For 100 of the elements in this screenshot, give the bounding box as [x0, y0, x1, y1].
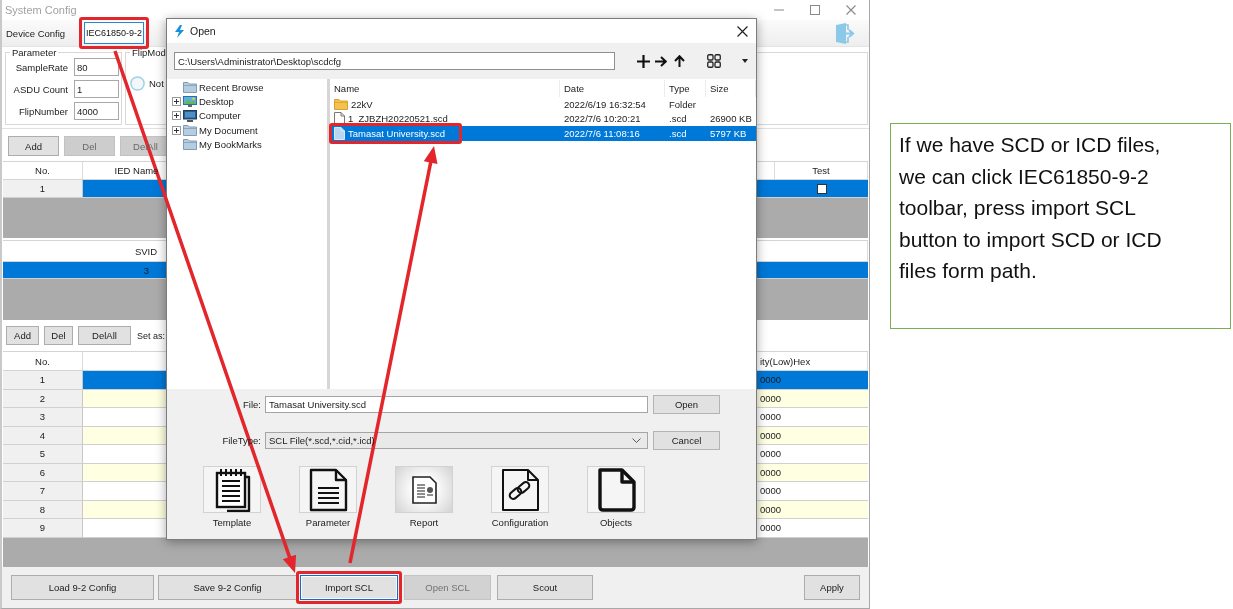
action-button[interactable]: Apply: [804, 575, 860, 600]
hex-value: 0000: [759, 447, 783, 462]
lightning-icon: [175, 24, 184, 38]
view-button[interactable]: [705, 51, 723, 71]
action-button[interactable]: Load 9-2 Config: [11, 575, 154, 600]
shortcut-button[interactable]: Parameter: [280, 466, 376, 528]
door-arrow-icon: [835, 22, 856, 44]
file-size: 26900 KB: [709, 112, 753, 126]
toolbar-button[interactable]: Add: [8, 136, 59, 156]
row-number: 1: [3, 180, 83, 197]
input-field[interactable]: 1: [74, 80, 119, 98]
column-header: No.: [3, 352, 83, 370]
hex-value: 0000: [759, 410, 783, 425]
tree-item[interactable]: Recent Browse: [167, 80, 327, 95]
svid-value: 3: [142, 263, 151, 278]
folder-icon: [334, 98, 348, 111]
group-title: FlipMod: [131, 47, 167, 58]
callout-text: If we have SCD or ICD files, we can click IEC61850-9-2 toolbar, press import SCL button to import SCD or ICD files form path.: [899, 132, 1163, 284]
grid-view-icon: [707, 54, 721, 68]
expand-icon[interactable]: [172, 125, 181, 135]
file-row[interactable]: Tamasat University.scd 2022/7/6 11:08:16 .scd 5797 KB: [330, 126, 756, 141]
monitor-icon: [183, 109, 197, 122]
shortcut-button[interactable]: Objects: [568, 466, 664, 528]
input-field[interactable]: 4000: [74, 102, 119, 120]
shortcut-button[interactable]: Template: [184, 466, 280, 528]
file-date: 2022/6/19 16:32:54: [563, 97, 647, 112]
row-number: 5: [3, 445, 83, 463]
close-icon: [846, 5, 856, 15]
action-button[interactable]: Scout: [497, 575, 593, 600]
row-number: 1: [3, 371, 83, 389]
tree-item[interactable]: Desktop: [167, 94, 327, 109]
toolbar-button[interactable]: Del: [44, 326, 73, 345]
folder-icon: [183, 124, 197, 137]
radio-label: Not: [149, 78, 164, 89]
file-row[interactable]: 22kV 2022/6/19 16:32:54 Folder: [330, 97, 756, 112]
tree-item[interactable]: My Document: [167, 122, 327, 138]
column-header: Type: [665, 80, 706, 97]
input-field[interactable]: 80: [74, 58, 119, 76]
file-row[interactable]: 1_ZJBZH20220521.scd 2022/7/6 10:20:21 .scd 26900 KB: [330, 111, 756, 126]
hex-value: 0000: [759, 521, 783, 536]
column-header: No.: [3, 162, 83, 179]
document-icon: [334, 112, 345, 126]
column-header: Size: [706, 80, 756, 97]
radio-button[interactable]: [130, 76, 145, 91]
field-label: SampleRate: [14, 61, 68, 73]
file-type: .scd: [668, 112, 688, 126]
file-type: Folder: [668, 97, 697, 112]
file-size: 5797 KB: [709, 126, 748, 141]
hex-value: 0000: [759, 502, 783, 517]
maximize-icon: [810, 5, 820, 15]
field-label: FlipNumber: [17, 105, 68, 117]
hex-value: 0000: [759, 428, 783, 443]
toolbar-button[interactable]: Add: [6, 326, 39, 345]
right-arrow-icon: [655, 55, 667, 67]
close-icon: [736, 25, 748, 37]
up-arrow-icon: [673, 55, 685, 67]
caret-down-icon: [742, 59, 748, 63]
cancel-button[interactable]: Cancel: [653, 431, 720, 450]
field-label: ASDU Count: [12, 83, 68, 95]
field-label: Set as:: [137, 331, 165, 341]
hex-value: 0000: [759, 373, 783, 388]
desktop-icon: [183, 95, 197, 108]
minimize-icon: [774, 9, 784, 11]
action-button[interactable]: Save 9-2 Config: [158, 575, 297, 600]
file-date: 2022/7/6 11:08:16: [563, 126, 641, 141]
hex-value: 0000: [759, 391, 783, 406]
field-label: Device Config: [6, 27, 67, 39]
column-header: Name: [330, 80, 560, 97]
column-header: Date: [560, 80, 665, 97]
path-field[interactable]: C:\Users\Administrator\Desktop\scdcfg: [174, 52, 615, 70]
tab[interactable]: IEC61850-9-2: [84, 22, 144, 44]
dialog-title: Open: [190, 25, 217, 37]
file-type: .scd: [668, 126, 688, 141]
hex-value: 0000: [759, 465, 783, 480]
hex-value: 0000: [759, 484, 783, 499]
folder-icon: [183, 138, 197, 151]
checkbox[interactable]: [816, 183, 827, 194]
row-number: 7: [3, 482, 83, 500]
row-number: 3: [3, 408, 83, 426]
action-button[interactable]: Import SCL: [300, 575, 398, 600]
document-icon: [334, 126, 345, 140]
plus-icon: [636, 54, 650, 68]
file-name-field[interactable]: Tamasat University.scd: [265, 396, 648, 413]
expand-icon[interactable]: [172, 96, 181, 106]
tree-item[interactable]: Computer: [167, 108, 327, 123]
file-name: Tamasat University.scd: [348, 127, 445, 139]
file-name: 22kV: [351, 98, 373, 110]
window-title: System Config: [5, 4, 78, 16]
column-header: Test: [775, 162, 868, 179]
expand-icon[interactable]: [172, 111, 181, 121]
toolbar-button[interactable]: DelAll: [78, 326, 131, 345]
chevron-down-icon: [632, 438, 641, 443]
field-label: File:: [242, 399, 261, 410]
shortcut-button[interactable]: Configuration: [472, 466, 568, 528]
open-button[interactable]: Open: [653, 395, 720, 414]
file-name: 1_ZJBZH20220521.scd: [348, 113, 448, 125]
file-date: 2022/7/6 10:20:21: [563, 112, 642, 126]
shortcut-button[interactable]: Report: [376, 466, 472, 528]
group-title: Parameter: [11, 47, 58, 58]
folder-icon: [183, 81, 197, 94]
